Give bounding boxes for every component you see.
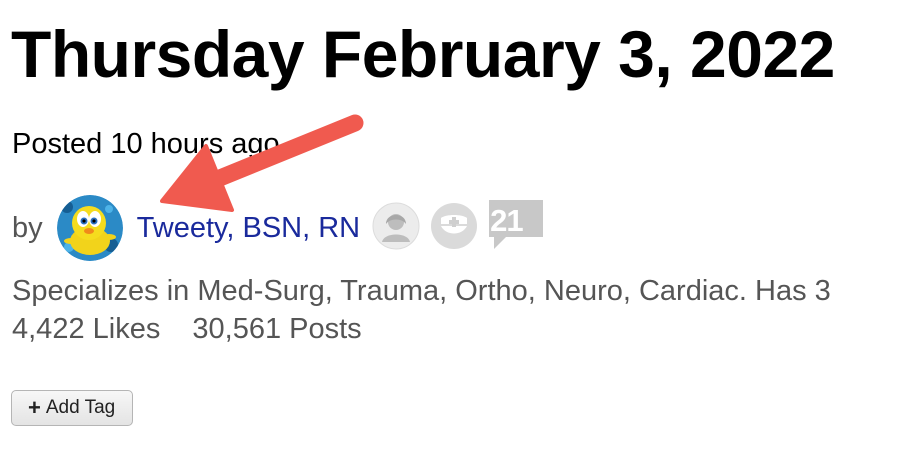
nurse-badge [430, 202, 478, 255]
posted-time: Posted 10 hours ago [12, 128, 280, 160]
years-badge-number: 21 [490, 203, 523, 238]
posts-count: 30,561 Posts [192, 313, 362, 345]
member-badge [372, 202, 420, 255]
add-tag-label: Add Tag [45, 397, 116, 418]
tweety-avatar-icon [56, 195, 123, 261]
author-stats: 4,422 Likes 30,561 Posts [12, 311, 386, 347]
author-name-link[interactable]: Tweety, BSN, RN [137, 212, 360, 245]
years-badge: 21 [488, 199, 544, 251]
plus-icon: + [28, 395, 41, 420]
avatar[interactable] [56, 195, 123, 261]
user-silhouette-icon [372, 202, 420, 249]
author-specialty: Specializes in Med-Surg, Trauma, Ortho, … [12, 275, 831, 307]
likes-count: 4,422 Likes [12, 313, 161, 345]
author-byline: by Tweety, BSN, RN 21 [12, 195, 554, 261]
page-title: Thursday February 3, 2022 [11, 17, 835, 91]
nurse-cap-icon [431, 202, 478, 249]
page: Thursday February 3, 2022 Posted 10 hour… [0, 0, 922, 452]
add-tag-button[interactable]: + Add Tag [11, 390, 134, 426]
by-label: by [12, 211, 43, 244]
